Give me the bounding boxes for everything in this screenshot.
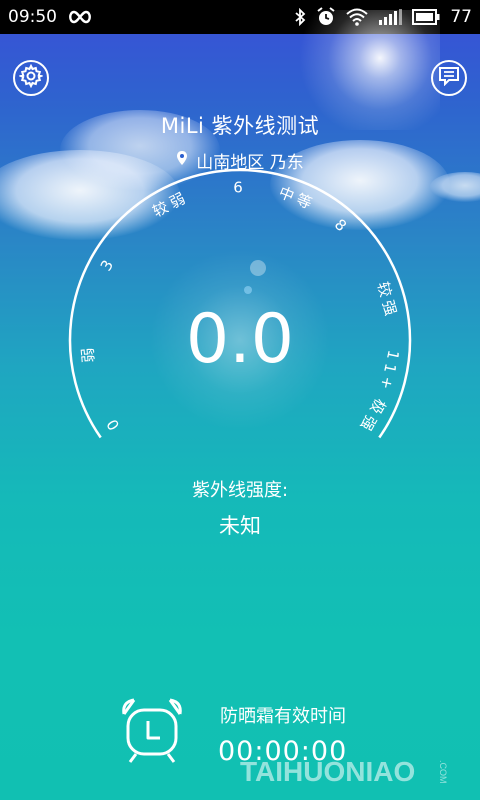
sunscreen-label: 防晒霜有效时间 [220,706,346,727]
intensity-value: 未知 [219,514,261,538]
uv-reading: 0.0 [185,300,295,379]
level-label-stronger: 较强 [374,280,401,321]
alarm-clock-icon[interactable] [118,694,186,768]
watermark-text: TAIHUONIAO [240,756,416,787]
tick-label-0: 0 [101,412,123,433]
tick-label-11: 11+ [376,348,403,394]
level-label-medium: 中等 [276,183,318,214]
intensity-label: 紫外线强度: [191,480,289,501]
tick-label-6: 6 [233,179,247,197]
tick-label-8: 8 [331,215,353,237]
uv-gauge: 0弱3较弱6 中等8较强11+极强 [68,168,412,439]
lens-flare-small [244,286,252,294]
lens-flare [250,260,266,276]
level-label-weak: 弱 [78,343,98,364]
tick-label-3: 3 [97,253,119,274]
watermark-sub: .COM [438,760,448,784]
